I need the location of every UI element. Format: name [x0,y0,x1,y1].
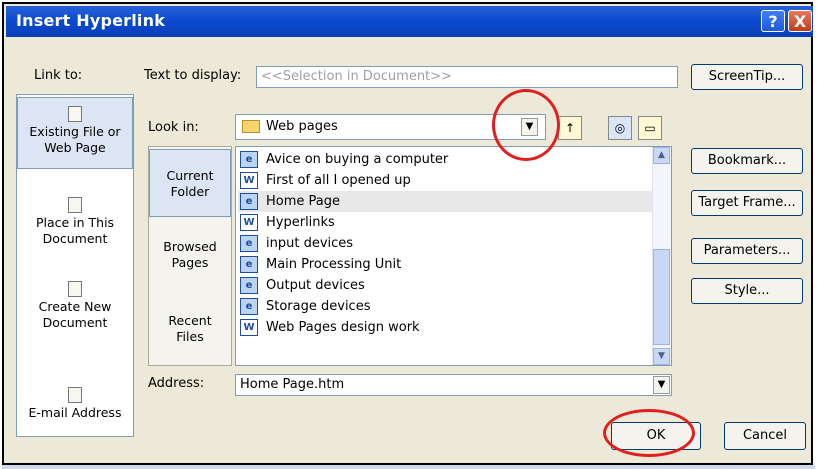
look-in-label: Look in: [148,120,199,135]
title-bar: Insert Hyperlink ? X [6,6,813,37]
dialog-title: Insert Hyperlink [16,11,166,30]
link-place-in-document[interactable]: Place in This Document [17,197,133,257]
web-page-icon: e [240,298,258,315]
file-list: e Avice on buying a computer W First of … [235,146,672,366]
ok-annotation-circle [603,409,695,457]
help-button[interactable]: ? [761,10,785,32]
list-item[interactable]: e Home Page [238,191,654,212]
file-name: Home Page [266,194,340,209]
list-item[interactable]: e Storage devices [238,296,654,317]
address-label: Address: [148,376,205,391]
cancel-button[interactable]: Cancel [724,422,806,450]
word-document-icon: W [240,214,258,231]
up-one-folder-icon[interactable]: ↑ [558,116,582,140]
link-existing-file[interactable]: Existing File or Web Page [17,97,133,169]
place-recent-line2: Files [176,329,204,344]
list-item[interactable]: W First of all I opened up [238,170,654,191]
list-item[interactable]: W Hyperlinks [238,212,654,233]
status-strip [2,465,815,469]
list-item[interactable]: W Web Pages design work [238,317,654,338]
scroll-down-icon[interactable]: ▼ [653,348,670,365]
file-list-scrollbar[interactable]: ▲ ▼ [652,147,671,365]
address-dropdown-arrow[interactable]: ▼ [653,376,670,394]
file-name: First of all I opened up [266,173,411,188]
target-frame-button[interactable]: Target Frame... [691,190,803,216]
file-name: Main Processing Unit [266,257,402,272]
link-create-line2: Document [42,315,108,330]
file-name: Storage devices [266,299,371,314]
browse-file-icon[interactable]: ▭ [638,116,662,140]
web-page-icon: e [240,277,258,294]
file-name: input devices [266,236,354,251]
file-name: Hyperlinks [266,215,335,230]
web-page-icon: e [240,235,258,252]
screentip-button[interactable]: ScreenTip... [691,64,803,90]
new-document-icon [68,281,82,297]
list-item[interactable]: e Output devices [238,275,654,296]
parameters-button[interactable]: Parameters... [691,238,803,264]
web-page-icon: e [240,151,258,168]
link-existing-file-line1: Existing File or [29,124,121,139]
link-place-line1: Place in This [35,215,115,230]
place-in-document-icon [68,197,82,213]
web-page-icon: e [240,256,258,273]
link-existing-file-line2: Web Page [44,140,106,155]
list-item[interactable]: e Avice on buying a computer [238,149,654,170]
place-current-folder[interactable]: Current Folder [149,149,231,217]
bookmark-button[interactable]: Bookmark... [691,148,803,174]
link-email-address[interactable]: E-mail Address [17,387,133,427]
look-in-value: Web pages [266,119,338,134]
insert-hyperlink-dialog: Insert Hyperlink ? X Link to: Text to di… [2,2,813,465]
place-browsed-pages[interactable]: Browsed Pages [149,239,231,279]
text-to-display-label: Text to display: [144,68,242,83]
word-document-icon: W [240,319,258,336]
scroll-up-icon[interactable]: ▲ [653,147,670,164]
scroll-thumb[interactable] [653,249,670,345]
browse-web-icon[interactable]: ◎ [608,116,632,140]
word-document-icon: W [240,172,258,189]
link-create-new-document[interactable]: Create New Document [17,281,133,341]
web-page-icon: e [240,193,258,210]
folder-icon [242,120,260,133]
place-current-line2: Folder [170,184,210,199]
dropdown-annotation-circle [492,89,560,161]
existing-file-icon [68,106,82,122]
link-email-line1: E-mail Address [28,405,122,420]
place-browsed-line1: Browsed [163,239,217,254]
address-input[interactable]: Home Page.htm [235,374,672,396]
file-name: Output devices [266,278,365,293]
places-bar: Current Folder Browsed Pages Recent File… [148,146,232,366]
place-current-line1: Current [166,168,214,183]
text-to-display-input[interactable]: <<Selection in Document>> [256,66,678,88]
file-name: Web Pages design work [266,320,420,335]
list-item[interactable]: e Main Processing Unit [238,254,654,275]
place-recent-line1: Recent [168,313,212,328]
place-browsed-line2: Pages [171,255,209,270]
link-create-line1: Create New [38,299,112,314]
style-button[interactable]: Style... [691,278,803,304]
file-name: Avice on buying a computer [266,152,449,167]
place-recent-files[interactable]: Recent Files [149,313,231,353]
email-icon [68,387,82,403]
close-button[interactable]: X [788,10,812,32]
link-place-line2: Document [42,231,108,246]
link-to-bar: Existing File or Web Page Place in This … [16,94,134,437]
link-to-label: Link to: [34,68,83,83]
list-item[interactable]: e input devices [238,233,654,254]
